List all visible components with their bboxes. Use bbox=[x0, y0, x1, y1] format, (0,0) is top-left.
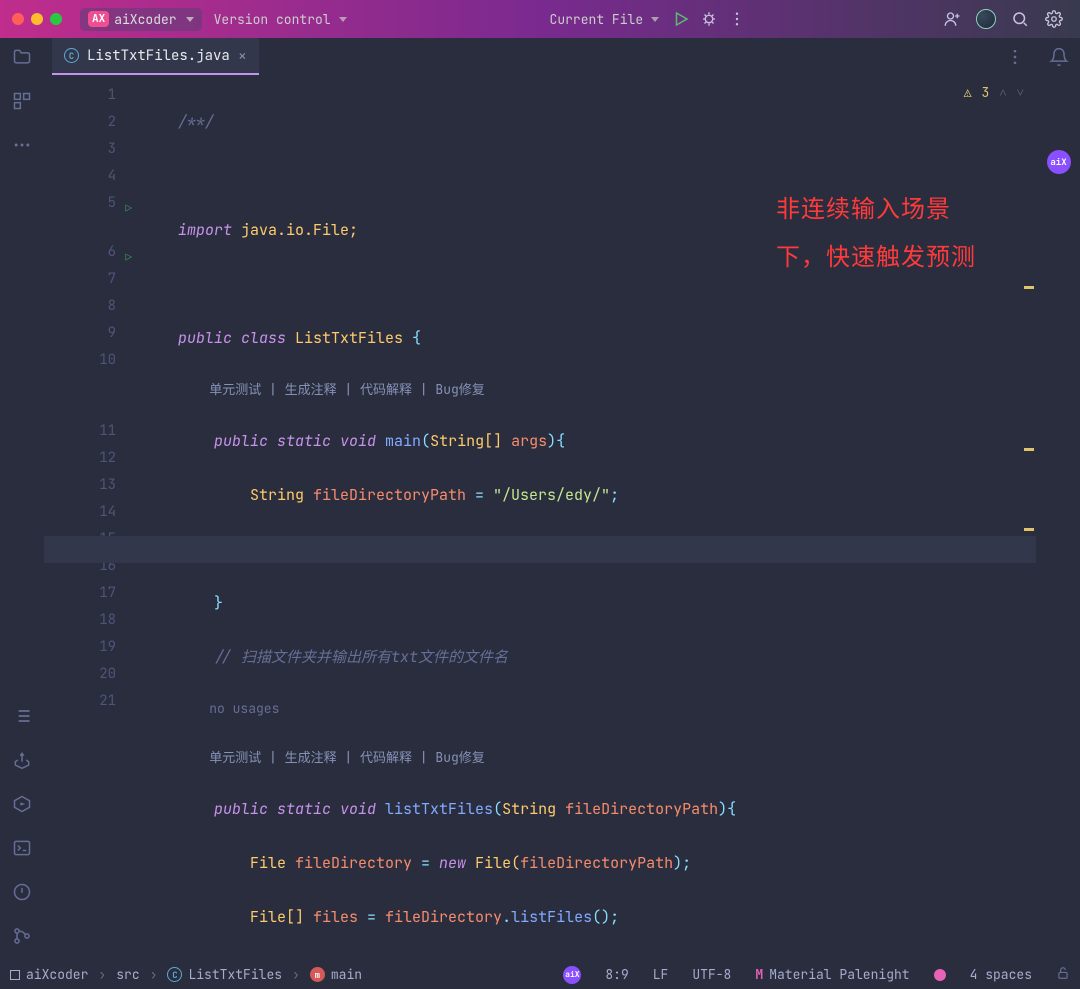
run-config-selector[interactable]: Current File bbox=[546, 11, 664, 28]
tab-close-button[interactable]: × bbox=[238, 46, 247, 66]
titlebar-right-icons bbox=[942, 9, 1064, 29]
method-icon: m bbox=[310, 967, 325, 982]
add-user-icon[interactable] bbox=[942, 9, 962, 29]
user-avatar[interactable] bbox=[976, 9, 996, 29]
code-content[interactable]: /**/ import java.io.File; public class L… bbox=[134, 76, 1036, 959]
code-editor[interactable]: ⚠ 3 ˄ ˅ 非连续输入场景 下，快速触发预测 1 2 3 4 5▷ bbox=[44, 76, 1036, 959]
line-separator[interactable]: LF bbox=[653, 966, 669, 983]
theme-accent-dot[interactable] bbox=[934, 969, 946, 981]
settings-icon[interactable] bbox=[1044, 9, 1064, 29]
terminal-icon[interactable] bbox=[11, 837, 33, 859]
more-actions-button[interactable] bbox=[727, 9, 747, 29]
run-gutter-icon[interactable]: ▷ bbox=[125, 245, 132, 272]
debug-button[interactable] bbox=[699, 9, 719, 29]
gutter[interactable]: 1 2 3 4 5▷ 6▷ 7 8 9 10 11 12 13 14 15 16… bbox=[44, 76, 134, 959]
run-button[interactable] bbox=[671, 9, 691, 29]
indent-info[interactable]: 4 spaces bbox=[970, 966, 1032, 983]
project-name-label: aiXcoder bbox=[114, 11, 176, 28]
notifications-icon[interactable] bbox=[1048, 46, 1070, 68]
run-gutter-icon[interactable]: ▷ bbox=[125, 196, 132, 223]
material-theme-icon: M bbox=[755, 966, 763, 983]
list-icon[interactable] bbox=[11, 705, 33, 727]
maximize-window-button[interactable] bbox=[50, 13, 62, 25]
statusbar: aiXcoder › src › C ListTxtFiles › m main… bbox=[0, 959, 1080, 989]
search-icon[interactable] bbox=[1010, 9, 1030, 29]
theme-name[interactable]: Material Palenight bbox=[769, 966, 909, 983]
project-icon bbox=[10, 970, 20, 980]
class-icon: C bbox=[167, 967, 182, 982]
right-tool-rail: aiX bbox=[1036, 38, 1080, 959]
close-window-button[interactable] bbox=[12, 13, 24, 25]
code-lens-hints[interactable]: 单元测试 | 生成注释 | 代码解释 | Bug修复 bbox=[178, 749, 485, 766]
more-icon[interactable] bbox=[11, 134, 33, 156]
version-control-menu[interactable]: Version control bbox=[210, 11, 351, 28]
tab-listtxtfiles[interactable]: C ListTxtFiles.java × bbox=[52, 38, 259, 75]
problems-icon[interactable] bbox=[11, 881, 33, 903]
java-class-icon: C bbox=[64, 48, 79, 63]
minimize-window-button[interactable] bbox=[31, 13, 43, 25]
no-usages-hint[interactable]: no usages bbox=[178, 700, 279, 717]
code-lens-hints[interactable]: 单元测试 | 生成注释 | 代码解释 | Bug修复 bbox=[178, 381, 485, 398]
tab-filename-label: ListTxtFiles.java bbox=[87, 47, 230, 65]
breadcrumb[interactable]: aiXcoder › src › C ListTxtFiles › m main bbox=[10, 966, 362, 983]
lock-icon[interactable] bbox=[1056, 966, 1070, 984]
titlebar: AX aiXcoder Version control Current File bbox=[0, 0, 1080, 38]
window-controls bbox=[12, 13, 62, 25]
cursor-position[interactable]: 8:9 bbox=[605, 966, 628, 983]
project-badge: AX bbox=[88, 11, 109, 27]
editor-tabbar: C ListTxtFiles.java × bbox=[44, 38, 1036, 76]
aixcoder-status-icon[interactable]: aiX bbox=[563, 966, 581, 984]
git-icon[interactable] bbox=[11, 925, 33, 947]
aixcoder-tool-icon[interactable]: aiX bbox=[1047, 150, 1071, 174]
left-tool-rail bbox=[0, 38, 44, 959]
services-icon[interactable] bbox=[11, 793, 33, 815]
build-icon[interactable] bbox=[11, 749, 33, 771]
project-selector[interactable]: AX aiXcoder bbox=[80, 8, 202, 31]
tab-more-icon[interactable] bbox=[1004, 46, 1026, 68]
encoding[interactable]: UTF-8 bbox=[692, 966, 731, 983]
structure-icon[interactable] bbox=[11, 90, 33, 112]
folder-icon[interactable] bbox=[11, 46, 33, 68]
